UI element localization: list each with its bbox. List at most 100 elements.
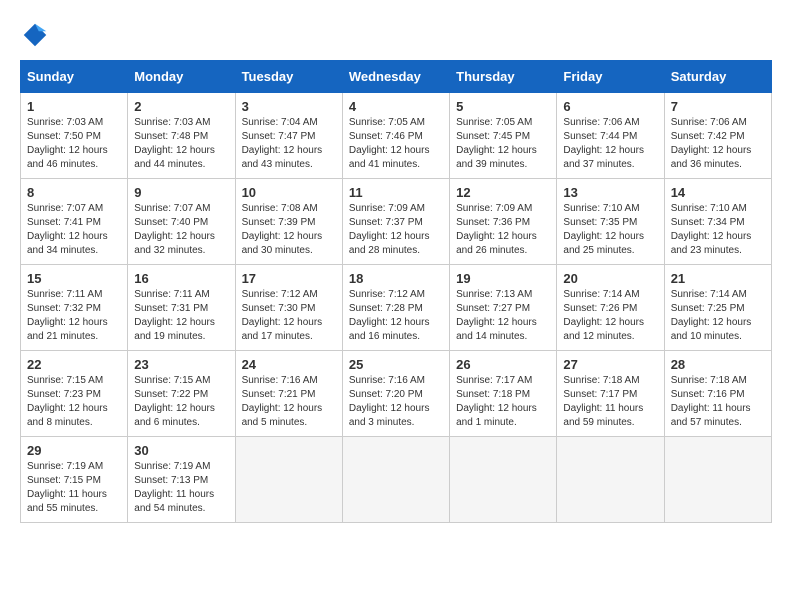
calendar-cell: 16 Sunrise: 7:11 AMSunset: 7:31 PMDayligh… (128, 265, 235, 351)
calendar-cell (557, 437, 664, 523)
day-info: Sunrise: 7:13 AMSunset: 7:27 PMDaylight:… (456, 288, 550, 344)
calendar-cell: 21 Sunrise: 7:14 AMSunset: 7:25 PMDayligh… (664, 265, 771, 351)
day-info: Sunrise: 7:14 AMSunset: 7:25 PMDaylight:… (671, 288, 765, 344)
day-number: 30 (134, 443, 228, 458)
calendar-cell: 5 Sunrise: 7:05 AMSunset: 7:45 PMDaylight… (450, 93, 557, 179)
day-number: 7 (671, 99, 765, 114)
calendar-cell: 8 Sunrise: 7:07 AMSunset: 7:41 PMDaylight… (21, 179, 128, 265)
calendar-table: SundayMondayTuesdayWednesdayThursdayFrid… (20, 60, 772, 523)
calendar-cell: 25Sunrise: 7:16 AMSunset: 7:20 PMDayligh… (342, 351, 449, 437)
day-info: Sunrise: 7:10 AMSunset: 7:34 PMDaylight:… (671, 202, 765, 258)
day-number: 20 (563, 271, 657, 286)
calendar-cell: 2 Sunrise: 7:03 AMSunset: 7:48 PMDaylight… (128, 93, 235, 179)
day-number: 1 (27, 99, 121, 114)
day-number: 26 (456, 357, 550, 372)
day-number: 10 (242, 185, 336, 200)
calendar-cell (235, 437, 342, 523)
day-info: Sunrise: 7:09 AMSunset: 7:36 PMDaylight:… (456, 202, 550, 258)
day-number: 17 (242, 271, 336, 286)
calendar-cell: 22 Sunrise: 7:15 AMSunset: 7:23 PMDayligh… (21, 351, 128, 437)
week-row-1: 1 Sunrise: 7:03 AMSunset: 7:50 PMDaylight… (21, 93, 772, 179)
day-info: Sunrise: 7:06 AMSunset: 7:44 PMDaylight:… (563, 116, 657, 172)
day-info: Sunrise: 7:05 AMSunset: 7:46 PMDaylight:… (349, 116, 443, 172)
calendar-cell: 10 Sunrise: 7:08 AMSunset: 7:39 PMDayligh… (235, 179, 342, 265)
calendar-cell: 19 Sunrise: 7:13 AMSunset: 7:27 PMDayligh… (450, 265, 557, 351)
day-info: Sunrise: 7:15 AMSunset: 7:23 PMDaylight:… (27, 374, 121, 430)
calendar-cell: 20 Sunrise: 7:14 AMSunset: 7:26 PMDayligh… (557, 265, 664, 351)
day-info: Sunrise: 7:19 AMSunset: 7:15 PMDaylight:… (27, 460, 121, 516)
day-number: 14 (671, 185, 765, 200)
calendar-cell: 23 Sunrise: 7:15 AMSunset: 7:22 PMDayligh… (128, 351, 235, 437)
calendar-cell: 6 Sunrise: 7:06 AMSunset: 7:44 PMDaylight… (557, 93, 664, 179)
day-info: Sunrise: 7:11 AMSunset: 7:31 PMDaylight:… (134, 288, 228, 344)
day-header-monday: Monday (128, 61, 235, 93)
day-number: 12 (456, 185, 550, 200)
calendar-cell: 3Sunrise: 7:04 AMSunset: 7:47 PMDaylight… (235, 93, 342, 179)
day-info: Sunrise: 7:04 AMSunset: 7:47 PMDaylight:… (242, 116, 336, 172)
day-info: Sunrise: 7:03 AMSunset: 7:50 PMDaylight:… (27, 116, 121, 172)
day-number: 19 (456, 271, 550, 286)
day-number: 15 (27, 271, 121, 286)
day-info: Sunrise: 7:06 AMSunset: 7:42 PMDaylight:… (671, 116, 765, 172)
day-number: 21 (671, 271, 765, 286)
day-info: Sunrise: 7:12 AMSunset: 7:30 PMDaylight:… (242, 288, 336, 344)
logo (20, 20, 54, 50)
day-header-tuesday: Tuesday (235, 61, 342, 93)
day-info: Sunrise: 7:12 AMSunset: 7:28 PMDaylight:… (349, 288, 443, 344)
day-number: 2 (134, 99, 228, 114)
day-info: Sunrise: 7:08 AMSunset: 7:39 PMDaylight:… (242, 202, 336, 258)
day-header-saturday: Saturday (664, 61, 771, 93)
calendar-cell (342, 437, 449, 523)
week-row-3: 15 Sunrise: 7:11 AMSunset: 7:32 PMDayligh… (21, 265, 772, 351)
day-number: 5 (456, 99, 550, 114)
day-number: 16 (134, 271, 228, 286)
day-info: Sunrise: 7:19 AMSunset: 7:13 PMDaylight:… (134, 460, 228, 516)
calendar-cell: 28Sunrise: 7:18 AMSunset: 7:16 PMDayligh… (664, 351, 771, 437)
day-header-thursday: Thursday (450, 61, 557, 93)
calendar-cell: 12 Sunrise: 7:09 AMSunset: 7:36 PMDayligh… (450, 179, 557, 265)
calendar-cell: 26 Sunrise: 7:17 AMSunset: 7:18 PMDayligh… (450, 351, 557, 437)
day-number: 24 (242, 357, 336, 372)
day-info: Sunrise: 7:07 AMSunset: 7:41 PMDaylight:… (27, 202, 121, 258)
day-number: 8 (27, 185, 121, 200)
day-number: 6 (563, 99, 657, 114)
page-header (20, 20, 772, 50)
day-info: Sunrise: 7:09 AMSunset: 7:37 PMDaylight:… (349, 202, 443, 258)
day-info: Sunrise: 7:16 AMSunset: 7:20 PMDaylight:… (349, 374, 443, 430)
calendar-cell: 7 Sunrise: 7:06 AMSunset: 7:42 PMDaylight… (664, 93, 771, 179)
day-info: Sunrise: 7:14 AMSunset: 7:26 PMDaylight:… (563, 288, 657, 344)
day-header-wednesday: Wednesday (342, 61, 449, 93)
calendar-cell: 27 Sunrise: 7:18 AMSunset: 7:17 PMDayligh… (557, 351, 664, 437)
day-number: 13 (563, 185, 657, 200)
calendar-cell: 4 Sunrise: 7:05 AMSunset: 7:46 PMDaylight… (342, 93, 449, 179)
day-info: Sunrise: 7:05 AMSunset: 7:45 PMDaylight:… (456, 116, 550, 172)
day-number: 22 (27, 357, 121, 372)
day-info: Sunrise: 7:17 AMSunset: 7:18 PMDaylight:… (456, 374, 550, 430)
calendar-cell: 18 Sunrise: 7:12 AMSunset: 7:28 PMDayligh… (342, 265, 449, 351)
day-info: Sunrise: 7:18 AMSunset: 7:16 PMDaylight:… (671, 374, 765, 430)
calendar-cell (664, 437, 771, 523)
calendar-header-row: SundayMondayTuesdayWednesdayThursdayFrid… (21, 61, 772, 93)
calendar-cell (450, 437, 557, 523)
calendar-cell: 30 Sunrise: 7:19 AMSunset: 7:13 PMDayligh… (128, 437, 235, 523)
day-info: Sunrise: 7:11 AMSunset: 7:32 PMDaylight:… (27, 288, 121, 344)
calendar-cell: 15 Sunrise: 7:11 AMSunset: 7:32 PMDayligh… (21, 265, 128, 351)
calendar-cell: 24 Sunrise: 7:16 AMSunset: 7:21 PMDayligh… (235, 351, 342, 437)
day-info: Sunrise: 7:16 AMSunset: 7:21 PMDaylight:… (242, 374, 336, 430)
day-info: Sunrise: 7:07 AMSunset: 7:40 PMDaylight:… (134, 202, 228, 258)
calendar-cell: 11Sunrise: 7:09 AMSunset: 7:37 PMDayligh… (342, 179, 449, 265)
calendar-cell: 9Sunrise: 7:07 AMSunset: 7:40 PMDaylight… (128, 179, 235, 265)
day-info: Sunrise: 7:10 AMSunset: 7:35 PMDaylight:… (563, 202, 657, 258)
day-info: Sunrise: 7:03 AMSunset: 7:48 PMDaylight:… (134, 116, 228, 172)
day-number: 18 (349, 271, 443, 286)
calendar-cell: 1 Sunrise: 7:03 AMSunset: 7:50 PMDaylight… (21, 93, 128, 179)
day-number: 4 (349, 99, 443, 114)
logo-icon (20, 20, 50, 50)
day-number: 27 (563, 357, 657, 372)
day-info: Sunrise: 7:18 AMSunset: 7:17 PMDaylight:… (563, 374, 657, 430)
day-header-friday: Friday (557, 61, 664, 93)
day-info: Sunrise: 7:15 AMSunset: 7:22 PMDaylight:… (134, 374, 228, 430)
calendar-cell: 14 Sunrise: 7:10 AMSunset: 7:34 PMDayligh… (664, 179, 771, 265)
calendar-cell: 17 Sunrise: 7:12 AMSunset: 7:30 PMDayligh… (235, 265, 342, 351)
day-number: 23 (134, 357, 228, 372)
